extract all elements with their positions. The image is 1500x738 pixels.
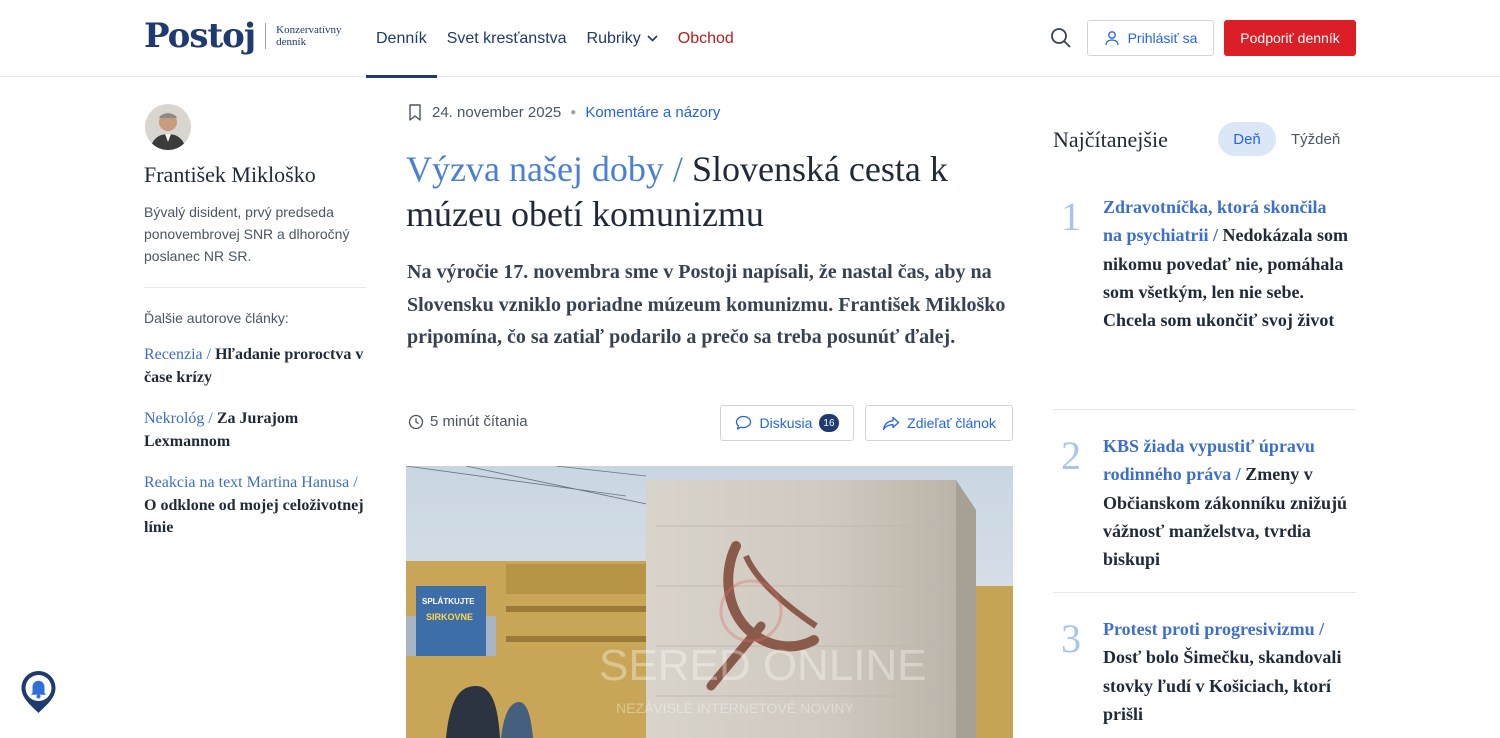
logo-wordmark: Postoj — [144, 16, 256, 56]
billboard-text: SPLÁTKUJTE — [422, 597, 475, 606]
most-read-divider — [1053, 409, 1356, 410]
bookmark-icon[interactable] — [408, 104, 422, 121]
nav-rubriky[interactable]: Rubriky — [577, 0, 668, 77]
author-article-item[interactable]: Reakcia na text Martina Hanusa / O odklo… — [144, 472, 374, 540]
reading-time-label: 5 minút čítania — [430, 413, 528, 430]
most-read-item[interactable]: 2 KBS žiada vypustiť úpravu rodinného pr… — [1053, 432, 1356, 572]
author-divider — [144, 287, 366, 288]
image-watermark: SERED ONLINE — [599, 641, 927, 690]
share-label: Zdieľať článok — [907, 415, 996, 431]
rank-number: 2 — [1061, 433, 1081, 478]
logo-tagline: Konzervatívny denník — [276, 24, 341, 48]
site-header: Postoj Konzervatívny denník Denník Svet … — [0, 0, 1500, 78]
nav-rubriky-label: Rubriky — [586, 29, 641, 47]
author-articles-list: Recenzia / Hľadanie proroctva v čase krí… — [144, 344, 374, 559]
share-button[interactable]: Zdieľať článok — [865, 405, 1013, 441]
most-read-item[interactable]: 1 Zdravotníčka, ktorá skončila na psychi… — [1053, 193, 1356, 393]
author-bio: Bývalý disident, prvý predseda ponovembr… — [144, 204, 350, 264]
share-icon — [882, 416, 900, 430]
item-rubric: Protest proti progresivizmu / — [1103, 619, 1325, 639]
notification-bell-icon[interactable] — [20, 670, 57, 714]
item-title: Dosť bolo Šimečku, skandovali stovky ľud… — [1103, 647, 1342, 724]
most-read-title: KBS žiada vypustiť úpravu rodinného práv… — [1103, 432, 1348, 573]
article-title: O odklone od mojej celoživotnej línie — [144, 496, 364, 537]
image-watermark-subtitle: NEZÁVISLÉ INTERNETOVÉ NOVINY — [616, 700, 854, 716]
chevron-down-icon — [647, 35, 658, 42]
clock-icon — [408, 414, 424, 429]
article-rubric: Recenzia / — [144, 346, 216, 363]
article-category[interactable]: Komentáre a názory — [585, 104, 720, 121]
discussion-count-badge: 16 — [819, 414, 839, 432]
logo-separator — [265, 23, 267, 49]
user-icon — [1104, 31, 1119, 46]
site-logo[interactable]: Postoj Konzervatívny denník — [144, 16, 342, 56]
rank-number: 3 — [1061, 616, 1081, 661]
author-article-item[interactable]: Nekrológ / Za Jurajom Lexmannom — [144, 408, 374, 453]
comment-icon — [736, 415, 752, 430]
tab-week[interactable]: Týždeň — [1291, 131, 1340, 148]
discussion-label: Diskusia — [759, 415, 813, 431]
article-rubric: Nekrológ / — [144, 410, 217, 427]
author-avatar[interactable] — [145, 104, 191, 150]
article-lead: Na výročie 17. novembra sme v Postoji na… — [407, 261, 1006, 348]
article-hero-image[interactable]: SPLÁTKUJTE SIRKOVNE SERED ONLINE NEZÁVIS… — [406, 466, 1013, 738]
article-date: 24. november 2025 — [432, 104, 562, 121]
meta-dot: ● — [570, 107, 577, 118]
most-read-divider — [1053, 592, 1356, 593]
tagline-line-1: Konzervatívny — [276, 24, 342, 36]
author-name[interactable]: František Mikloško — [144, 162, 316, 188]
author-article-item[interactable]: Recenzia / Hľadanie proroctva v čase krí… — [144, 344, 374, 389]
login-label: Prihlásiť sa — [1127, 30, 1198, 46]
tagline-line-2: denník — [276, 36, 307, 48]
billboard-text: SIRKOVNE — [426, 612, 473, 622]
nav-svet-krestanstva[interactable]: Svet kresťanstva — [437, 0, 577, 77]
avatar-image — [145, 104, 191, 150]
login-button[interactable]: Prihlásiť sa — [1087, 20, 1214, 56]
article-title: Výzva našej doby / Slovenská cesta k múz… — [406, 147, 1016, 237]
rank-number: 1 — [1061, 194, 1081, 239]
nav-dennik[interactable]: Denník — [366, 0, 437, 78]
most-read-title: Protest proti progresivizmu / Dosť bolo … — [1103, 615, 1348, 728]
hero-photo: SPLÁTKUJTE SIRKOVNE SERED ONLINE NEZÁVIS… — [406, 466, 1013, 738]
most-read-heading: Najčítanejšie — [1053, 127, 1168, 152]
tab-day[interactable]: Deň — [1218, 122, 1276, 156]
reading-time: 5 minút čítania — [408, 413, 528, 430]
search-icon[interactable] — [1049, 26, 1073, 50]
most-read-item[interactable]: 3 Protest proti progresivizmu / Dosť bol… — [1053, 615, 1356, 738]
discussion-button[interactable]: Diskusia 16 — [720, 405, 854, 441]
title-rubric: Výzva našej doby / — [406, 149, 692, 189]
most-read-title: Zdravotníčka, ktorá skončila na psychiat… — [1103, 193, 1348, 334]
article-rubric: Reakcia na text Martina Hanusa / — [144, 474, 358, 491]
support-button[interactable]: Podporiť denník — [1224, 20, 1356, 56]
main-nav: Denník Svet kresťanstva Rubriky Obchod — [366, 0, 744, 78]
more-articles-label: Ďalšie autorove články: — [144, 310, 289, 326]
article-meta: 24. november 2025 ● Komentáre a názory — [408, 104, 720, 121]
nav-obchod[interactable]: Obchod — [668, 0, 744, 77]
